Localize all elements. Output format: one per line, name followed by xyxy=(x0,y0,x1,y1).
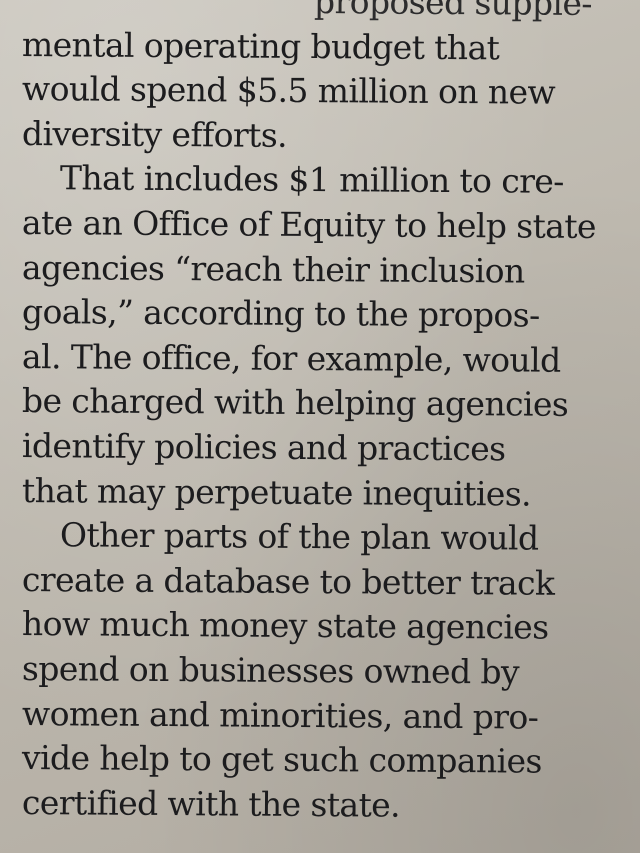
text-line-paragraph-start: That includes $1 million to cre- xyxy=(59,158,564,202)
text-line: how much money state agencies xyxy=(21,604,549,647)
text-line: that may perpetuate inequities. xyxy=(21,470,532,514)
text-line: women and minorities, and pro- xyxy=(21,693,539,737)
text-line: identify policies and practices xyxy=(21,425,506,469)
text-line: diversity efforts. xyxy=(21,113,288,155)
text-line: spend on businesses owned by xyxy=(21,648,520,692)
text-line: vide help to get such companies xyxy=(21,738,542,781)
text-line: agencies “reach their inclusion xyxy=(21,247,525,291)
text-line: ate an Office of Equity to help state xyxy=(21,202,597,246)
text-line-paragraph-start: Other parts of the plan would xyxy=(59,515,539,558)
text-line: be charged with helping agencies xyxy=(21,381,569,425)
text-line: mental operating budget that xyxy=(21,24,500,67)
text-line: create a database to better track xyxy=(21,559,555,603)
text-line: al. The office, for example, would xyxy=(21,336,561,380)
text-line: certified with the state. xyxy=(21,782,401,825)
text-line: would spend $5.5 million on new xyxy=(21,69,556,112)
article-column: proposed supple- mental operating budget… xyxy=(22,0,622,825)
text-line: goals,” according to the propos- xyxy=(21,292,540,335)
